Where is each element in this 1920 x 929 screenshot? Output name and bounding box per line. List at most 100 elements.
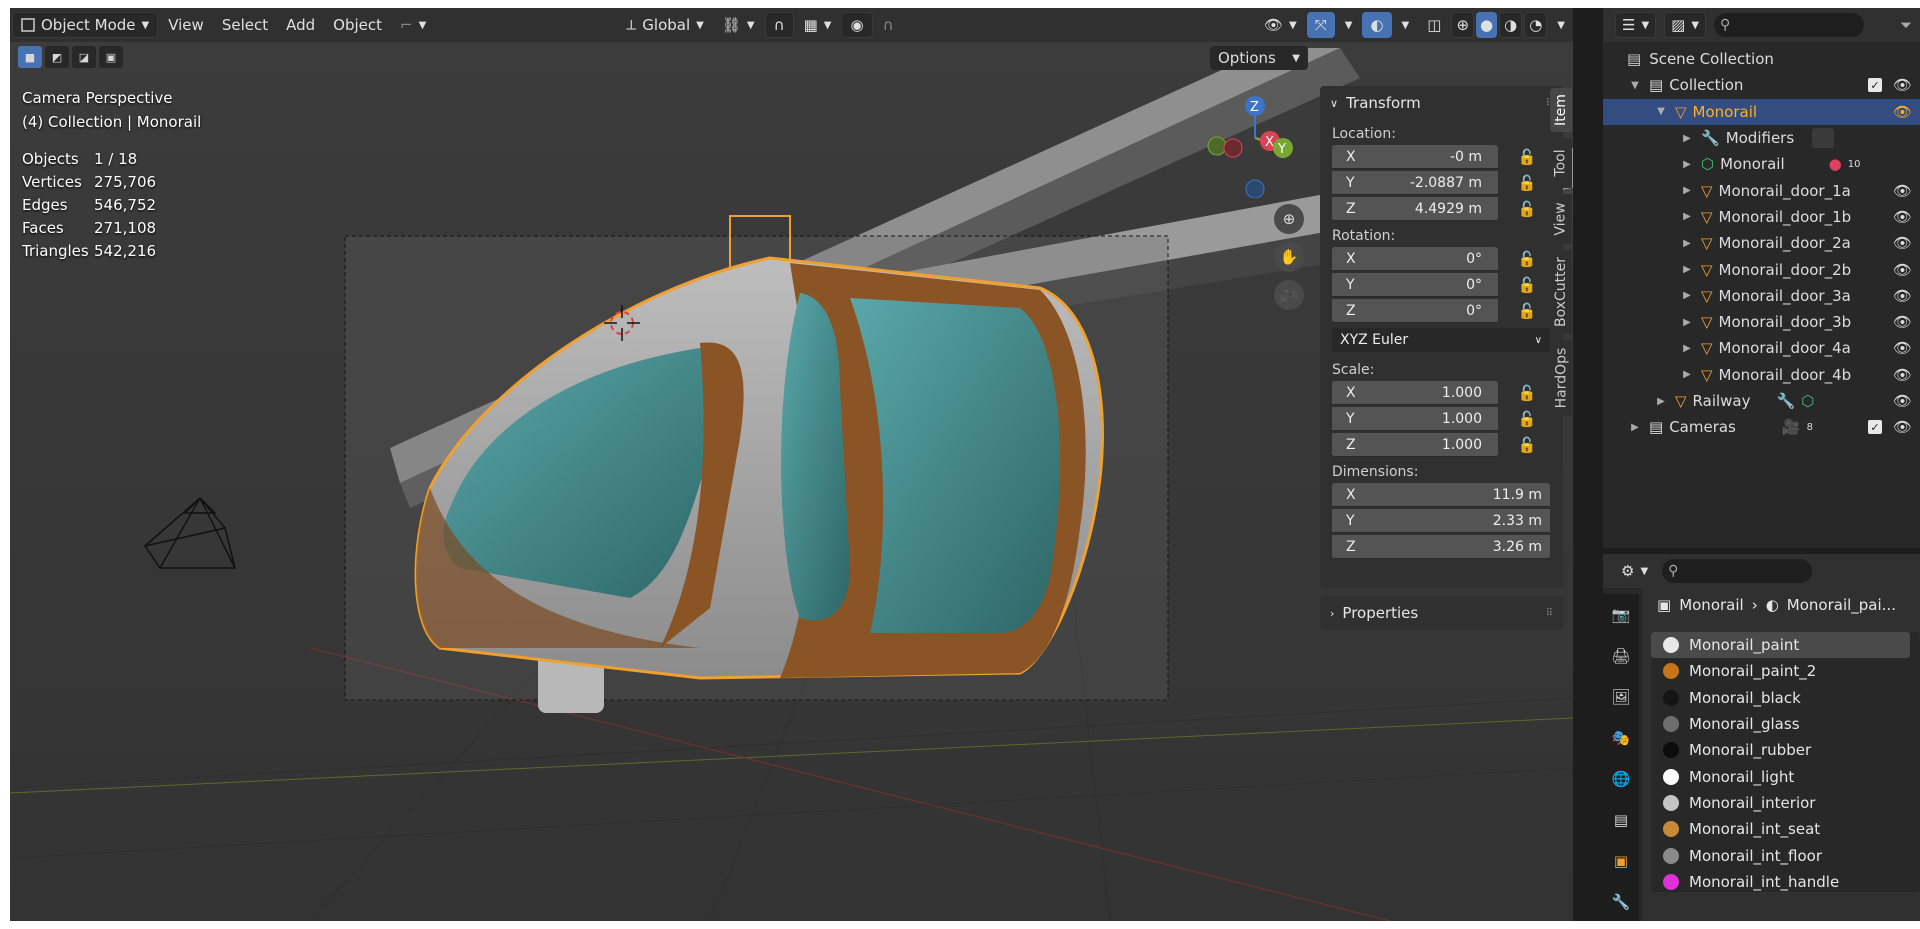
- proportional-edit-toggle[interactable]: ◉: [841, 12, 873, 38]
- snap-toggle[interactable]: ∩: [764, 12, 794, 38]
- 3d-viewport[interactable]: Object Mode ▼ View Select Add Object ⌐ ▼ …: [10, 8, 1573, 921]
- menu-add[interactable]: Add: [278, 12, 323, 38]
- scale-y-field[interactable]: Y 1.000: [1332, 407, 1498, 431]
- expand-right-icon[interactable]: ▶: [1627, 422, 1643, 433]
- material-slot[interactable]: Monorail_int_seat: [1651, 816, 1910, 842]
- outliner-monorail[interactable]: ▼ ▽ Monorail 👁: [1603, 98, 1920, 125]
- collection-tab-icon[interactable]: ▤: [1603, 799, 1639, 840]
- location-y-field[interactable]: Y -2.0887 m: [1332, 171, 1498, 195]
- select-subtract-button[interactable]: ◪: [72, 46, 96, 68]
- expand-right-icon[interactable]: ▶: [1679, 211, 1695, 222]
- lock-icon[interactable]: 🔓: [1514, 145, 1540, 169]
- expand-down-icon[interactable]: ▼: [1653, 106, 1669, 117]
- expand-right-icon[interactable]: ▶: [1679, 264, 1695, 275]
- navigation-gizmo[interactable]: Z X Y: [1195, 88, 1315, 198]
- checkbox-icon[interactable]: ✓: [1868, 420, 1882, 435]
- select-extend-button[interactable]: ◩: [45, 46, 69, 68]
- outliner-modifiers[interactable]: ▶ 🔧 Modifiers: [1603, 125, 1920, 151]
- material-slot[interactable]: Monorail_paint_2: [1651, 658, 1910, 684]
- material-slot[interactable]: Monorail_interior: [1651, 790, 1910, 816]
- menu-select[interactable]: Select: [214, 12, 276, 38]
- eye-icon[interactable]: 👁: [1893, 392, 1912, 410]
- outliner-cameras[interactable]: ▶ ▤ Cameras 🎥 8 ✓ 👁: [1603, 414, 1920, 440]
- outliner-door-item[interactable]: ▶ ▽ Monorail_door_3b 👁: [1603, 309, 1920, 335]
- material-slot[interactable]: Monorail_black: [1651, 685, 1910, 711]
- rotation-x-field[interactable]: X 0°: [1332, 247, 1498, 271]
- options-dropdown[interactable]: Options ▼: [1210, 46, 1308, 70]
- shading-rendered[interactable]: ◔: [1524, 12, 1548, 38]
- expand-right-icon[interactable]: ▶: [1679, 317, 1695, 328]
- rotation-mode-dropdown[interactable]: XYZ Euler ∨: [1332, 328, 1550, 352]
- filter-dropdown[interactable]: ▨ ▼: [1664, 12, 1707, 38]
- zoom-button[interactable]: ⊕: [1274, 204, 1304, 234]
- tab-tool[interactable]: Tool: [1550, 138, 1572, 188]
- scale-z-field[interactable]: Z 1.000: [1332, 433, 1498, 457]
- snap-target-dropdown[interactable]: ▦ ▼: [796, 12, 840, 38]
- outliner-door-item[interactable]: ▶ ▽ Monorail_door_4b 👁: [1603, 362, 1920, 388]
- select-new-button[interactable]: ■: [18, 46, 42, 68]
- scene-tab-icon[interactable]: 🎭: [1603, 717, 1639, 758]
- pan-button[interactable]: ✋: [1274, 242, 1304, 272]
- expand-right-icon[interactable]: ▶: [1679, 185, 1695, 196]
- tab-boxcutter[interactable]: BoxCutter: [1550, 250, 1572, 334]
- expand-right-icon[interactable]: ▶: [1653, 396, 1669, 407]
- outliner-door-item[interactable]: ▶ ▽ Monorail_door_1a 👁: [1603, 177, 1920, 203]
- outliner-search-input[interactable]: ⚲: [1714, 13, 1865, 37]
- scale-x-field[interactable]: X 1.000: [1332, 381, 1498, 405]
- eye-icon[interactable]: 👁: [1893, 234, 1912, 252]
- eye-icon[interactable]: 👁: [1893, 76, 1912, 94]
- outliner-door-item[interactable]: ▶ ▽ Monorail_door_2a 👁: [1603, 230, 1920, 256]
- overlays-toggle[interactable]: ◐: [1362, 12, 1392, 38]
- lock-icon[interactable]: 🔓: [1514, 171, 1540, 195]
- shading-material[interactable]: ◑: [1499, 12, 1523, 38]
- material-slot[interactable]: Monorail_int_floor: [1651, 842, 1910, 868]
- eye-icon[interactable]: 👁: [1893, 287, 1912, 305]
- outliner-door-item[interactable]: ▶ ▽ Monorail_door_1b 👁: [1603, 204, 1920, 230]
- eye-icon[interactable]: 👁: [1893, 208, 1912, 226]
- expand-right-icon[interactable]: ▶: [1679, 238, 1695, 249]
- outliner-door-item[interactable]: ▶ ▽ Monorail_door_2b 👁: [1603, 256, 1920, 282]
- eye-icon[interactable]: 👁: [1893, 313, 1912, 331]
- expand-right-icon[interactable]: ▶: [1679, 159, 1695, 170]
- shading-mode-dropdown[interactable]: ⌐ ▼: [392, 12, 434, 38]
- tab-item[interactable]: Item: [1550, 88, 1572, 132]
- expand-down-icon[interactable]: ▼: [1627, 80, 1643, 91]
- expand-right-icon[interactable]: ▶: [1679, 369, 1695, 380]
- material-slot[interactable]: Monorail_int_handle: [1651, 869, 1910, 892]
- tab-view[interactable]: View: [1550, 194, 1572, 244]
- pivot-dropdown[interactable]: ⛓ ▼: [714, 12, 763, 38]
- shading-dropdown[interactable]: ▼: [1549, 12, 1573, 38]
- lock-icon[interactable]: 🔓: [1514, 381, 1540, 405]
- visibility-dropdown[interactable]: 👁 ▼: [1256, 12, 1305, 38]
- gizmo-toggle[interactable]: ⤧: [1306, 12, 1335, 38]
- material-slot[interactable]: Monorail_rubber: [1651, 737, 1910, 763]
- expand-right-icon[interactable]: ▶: [1679, 133, 1695, 144]
- shading-solid[interactable]: ●: [1476, 12, 1498, 38]
- output-tab-icon[interactable]: 🖨: [1603, 635, 1639, 676]
- object-tab-icon[interactable]: ▣: [1603, 840, 1639, 881]
- modifier-tab-icon[interactable]: 🔧: [1603, 881, 1639, 921]
- view-layer-tab-icon[interactable]: 🖼: [1603, 676, 1639, 717]
- properties-panel-collapsed[interactable]: › Properties ⠿: [1320, 596, 1563, 630]
- eye-icon[interactable]: 👁: [1893, 261, 1912, 279]
- material-slot[interactable]: Monorail_light: [1651, 763, 1910, 789]
- expand-right-icon[interactable]: ▶: [1679, 343, 1695, 354]
- outliner-door-item[interactable]: ▶ ▽ Monorail_door_3a 👁: [1603, 283, 1920, 309]
- select-intersect-button[interactable]: ▣: [99, 46, 123, 68]
- material-slot[interactable]: Monorail_paint: [1651, 632, 1910, 659]
- gizmo-dropdown[interactable]: ▼: [1337, 12, 1361, 38]
- expand-right-icon[interactable]: ▶: [1679, 290, 1695, 301]
- menu-object[interactable]: Object: [325, 12, 390, 38]
- world-tab-icon[interactable]: 🌐: [1603, 758, 1639, 799]
- lock-icon[interactable]: 🔓: [1514, 407, 1540, 431]
- render-tab-icon[interactable]: 📷: [1603, 594, 1639, 635]
- lock-icon[interactable]: 🔓: [1514, 247, 1540, 271]
- outliner-collection[interactable]: ▼ ▤ Collection ✓ 👁: [1603, 72, 1920, 98]
- display-mode-dropdown[interactable]: ☰ ▼: [1615, 12, 1657, 38]
- filter-icon[interactable]: ⏷: [1900, 16, 1912, 34]
- eye-icon[interactable]: 👁: [1893, 418, 1912, 436]
- lock-icon[interactable]: 🔓: [1514, 433, 1540, 457]
- eye-icon[interactable]: 👁: [1893, 182, 1912, 200]
- dimensions-x-field[interactable]: X 11.9 m: [1332, 483, 1550, 507]
- lock-icon[interactable]: 🔓: [1514, 273, 1540, 297]
